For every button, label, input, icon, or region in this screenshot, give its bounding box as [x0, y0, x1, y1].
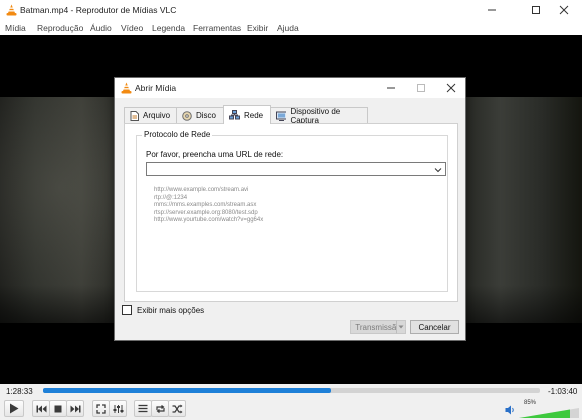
- dialog-titlebar: Abrir Mídia: [115, 78, 465, 98]
- menu-audio[interactable]: Áudio: [90, 23, 112, 33]
- seek-slider[interactable]: [43, 388, 540, 393]
- chevron-down-icon[interactable]: [434, 166, 442, 175]
- window-titlebar: Batman.mp4 - Reprodutor de Mídias VLC: [0, 0, 582, 20]
- tab-dispositivo-label: Dispositivo de Captura: [290, 106, 341, 125]
- dialog-minimize-icon[interactable]: [377, 78, 405, 98]
- seek-row: 1:28:33 -1:03:40: [0, 384, 582, 398]
- show-more-options[interactable]: Exibir mais opções: [122, 305, 204, 315]
- url-example: mms://mms.examples.com/stream.asx: [154, 202, 257, 208]
- volume-level: [519, 409, 570, 418]
- menu-ajuda[interactable]: Ajuda: [277, 23, 299, 33]
- disc-icon: [182, 110, 192, 121]
- network-tab-panel: Protocolo de Rede Por favor, preencha um…: [124, 123, 458, 302]
- dialog-close-icon[interactable]: [437, 78, 465, 98]
- network-url-input[interactable]: [147, 163, 431, 175]
- show-more-checkbox[interactable]: [122, 305, 132, 315]
- controls-row: 85%: [0, 398, 582, 420]
- tab-arquivo-label: Arquivo: [143, 111, 171, 120]
- volume-slider[interactable]: [519, 408, 579, 418]
- url-example: http://www.example.com/stream.avi: [154, 187, 249, 193]
- file-icon: [130, 110, 139, 121]
- capture-device-icon: [276, 111, 287, 121]
- volume-percent: 85%: [524, 400, 537, 406]
- group-title: Protocolo de Rede: [142, 130, 213, 139]
- tab-rede-label: Rede: [244, 110, 264, 120]
- loop-icon[interactable]: [151, 400, 169, 417]
- stream-dropdown: [396, 320, 406, 334]
- tab-disco-label: Disco: [196, 111, 217, 120]
- tab-disco[interactable]: Disco: [176, 107, 224, 123]
- url-examples: http://www.example.com/stream.avi rtp://…: [154, 187, 263, 225]
- window-title: Batman.mp4 - Reprodutor de Mídias VLC: [20, 5, 177, 15]
- menu-video[interactable]: Vídeo: [121, 23, 143, 33]
- speaker-icon[interactable]: [505, 405, 516, 417]
- remaining-time[interactable]: -1:03:40: [548, 387, 577, 396]
- url-example: rtsp://server.example.org:8080/test.sdp: [154, 209, 258, 216]
- chevron-down-icon: [398, 325, 404, 329]
- tab-rede[interactable]: Rede: [223, 105, 271, 124]
- menu-ferramentas[interactable]: Ferramentas: [193, 23, 241, 33]
- url-example: http://www.yourtube.com/watch?v=gg64x: [154, 217, 264, 223]
- vlc-cone-icon: [6, 4, 17, 18]
- network-protocol-group: Protocolo de Rede Por favor, preencha um…: [136, 130, 448, 292]
- next-icon[interactable]: [66, 400, 84, 417]
- open-media-dialog: Abrir Mídia Arquivo Disco Rede Dispositi…: [114, 77, 466, 341]
- previous-icon[interactable]: [32, 400, 50, 417]
- extended-settings-icon[interactable]: [109, 400, 127, 417]
- network-icon: [229, 110, 240, 120]
- play-icon[interactable]: [4, 400, 24, 417]
- url-example: rtp://@:1234: [154, 194, 188, 201]
- menu-legenda[interactable]: Legenda: [152, 23, 185, 33]
- stop-icon[interactable]: [49, 400, 67, 417]
- shuffle-icon[interactable]: [168, 400, 186, 417]
- show-more-label: Exibir mais opções: [137, 305, 205, 315]
- vlc-cone-icon: [121, 82, 132, 96]
- url-label: Por favor, preencha uma URL de rede:: [146, 150, 284, 159]
- menu-midia[interactable]: Mídia: [5, 23, 26, 33]
- tab-arquivo[interactable]: Arquivo: [124, 107, 177, 123]
- tab-dispositivo-de-captura[interactable]: Dispositivo de Captura: [270, 106, 368, 125]
- menu-exibir[interactable]: Exibir: [247, 23, 268, 33]
- menu-reproducao[interactable]: Reprodução: [37, 23, 83, 33]
- network-url-combobox[interactable]: [146, 162, 446, 176]
- close-icon[interactable]: [546, 0, 582, 20]
- minimize-icon[interactable]: [474, 0, 510, 20]
- elapsed-time[interactable]: 1:28:33: [6, 387, 33, 396]
- dialog-maximize-icon: [407, 78, 435, 98]
- seek-progress: [43, 388, 332, 393]
- menubar: Mídia Reprodução Áudio Vídeo Legenda Fer…: [0, 20, 582, 35]
- fullscreen-icon[interactable]: [92, 400, 110, 417]
- cancel-button[interactable]: Cancelar: [410, 320, 459, 334]
- dialog-title: Abrir Mídia: [135, 83, 177, 93]
- playlist-icon[interactable]: [134, 400, 152, 417]
